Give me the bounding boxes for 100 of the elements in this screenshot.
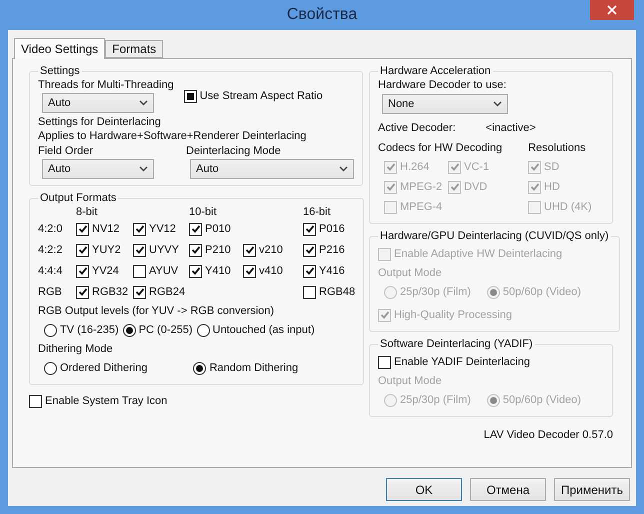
radio-button[interactable] [44, 324, 57, 336]
checkbox[interactable] [189, 244, 202, 256]
checkbox[interactable] [378, 356, 391, 368]
row-label: 4:2:0 [38, 223, 64, 235]
checkbox[interactable] [29, 394, 42, 408]
row-label: 4:2:2 [38, 244, 64, 256]
checkbox-label[interactable]: RGB24 [149, 286, 186, 298]
checkbox-label[interactable]: P210 [205, 244, 231, 256]
checkbox[interactable] [76, 286, 89, 298]
radio-dot-icon [196, 364, 204, 372]
checkbox[interactable] [303, 222, 316, 236]
checkbox-label[interactable]: Enable System Tray Icon [45, 395, 168, 407]
field-label: Hardware Decoder to use: [378, 79, 508, 91]
checkbox[interactable] [184, 90, 197, 102]
checkbox[interactable] [303, 286, 316, 298]
checkbox[interactable] [243, 244, 256, 256]
checkbox-label[interactable]: YV24 [92, 265, 119, 277]
tab[interactable]: Formats [105, 40, 164, 58]
checkbox-label[interactable]: RGB32 [92, 286, 128, 298]
checkbox-label[interactable]: P010 [205, 223, 231, 235]
row-label: 4:4:4 [38, 265, 64, 277]
dialog-button[interactable]: Применить [554, 478, 630, 501]
group-title: Settings [39, 65, 81, 77]
checkbox-label[interactable]: v410 [259, 265, 283, 277]
radio-label[interactable]: Ordered Dithering [60, 362, 148, 374]
field-label: Threads for Multi-Threading [38, 79, 174, 91]
checkbox-label[interactable]: UYVY [149, 244, 179, 256]
radio-button[interactable] [122, 324, 136, 336]
section-heading: Dithering Mode [38, 343, 114, 355]
radio-button[interactable] [193, 362, 206, 374]
check-icon [304, 245, 314, 255]
check-icon [380, 310, 390, 320]
checkbox[interactable] [303, 264, 316, 278]
checkbox-label[interactable]: YV12 [149, 223, 176, 235]
check-icon [304, 266, 314, 276]
checkbox[interactable] [76, 244, 89, 256]
group-title: Hardware/GPU Deinterlacing (CUVID/QS only) [379, 230, 610, 242]
window-title: Свойства [286, 6, 358, 24]
checkbox-label[interactable]: Use Stream Aspect Ratio [200, 90, 323, 102]
field-label: Deinterlacing Mode [186, 145, 282, 157]
check-icon [134, 287, 144, 297]
check-icon [190, 266, 200, 276]
check-icon [190, 245, 200, 255]
dropdown[interactable]: Auto [42, 93, 154, 113]
dialog-button[interactable]: Отмена [470, 478, 546, 501]
check-icon [244, 266, 254, 276]
checkbox[interactable] [189, 264, 202, 278]
column-header: 8-bit [76, 206, 98, 218]
checkbox-label[interactable]: NV12 [92, 223, 120, 235]
checkbox[interactable] [76, 222, 89, 236]
dropdown[interactable]: Auto [190, 159, 354, 179]
check-icon [244, 245, 254, 255]
checkbox-label[interactable]: Y416 [319, 265, 345, 277]
checkbox-label[interactable]: Y410 [205, 265, 231, 277]
chevron-down-icon [493, 101, 502, 107]
checkbox[interactable] [189, 222, 202, 236]
radio-button[interactable] [196, 324, 210, 336]
check-icon [78, 245, 88, 255]
square-icon [186, 92, 194, 100]
column-header: 16-bit [303, 206, 332, 218]
column-header: 10-bit [189, 206, 218, 218]
field-label: Field Order [38, 145, 94, 157]
radio-button[interactable] [44, 362, 57, 374]
field-label: Active Decoder: [378, 122, 456, 134]
dropdown[interactable]: None [382, 94, 508, 114]
checkbox[interactable] [76, 264, 89, 278]
checkbox[interactable] [133, 244, 146, 256]
checkbox[interactable] [133, 264, 146, 278]
checkbox-label[interactable]: v210 [259, 244, 283, 256]
section-heading: Settings for Deinterlacing [38, 116, 162, 128]
check-icon [134, 245, 144, 255]
chevron-down-icon [339, 166, 348, 172]
dropdown[interactable]: Auto [42, 159, 154, 179]
radio-label[interactable]: TV (16-235) [60, 324, 119, 336]
tab[interactable]: Video Settings [14, 38, 106, 59]
checkbox-label[interactable]: RGB48 [319, 286, 356, 298]
checkbox-label[interactable]: P016 [319, 223, 345, 235]
radio-label[interactable]: Untouched (as input) [212, 324, 315, 336]
close-button[interactable] [590, 0, 634, 20]
group-title: Hardware Acceleration [379, 65, 492, 77]
check-icon [190, 224, 200, 234]
checkbox-label[interactable]: YUY2 [92, 244, 121, 256]
check-icon [78, 224, 88, 234]
check-icon [304, 224, 314, 234]
dialog-button[interactable]: OK [386, 478, 462, 501]
checkbox[interactable] [133, 286, 146, 298]
radio-label[interactable]: PC (0-255) [138, 324, 192, 336]
section-note: Applies to Hardware+Software+Renderer Deinterlacing [38, 130, 308, 142]
checkbox-label[interactable]: P216 [319, 244, 345, 256]
section-heading: Resolutions [528, 142, 586, 154]
checkbox-label[interactable]: Enable YADIF Deinterlacing [394, 356, 530, 368]
check-icon [78, 287, 88, 297]
checkbox[interactable] [133, 222, 146, 236]
checkbox-label[interactable]: AYUV [149, 265, 178, 277]
chevron-down-icon [139, 100, 148, 106]
checkbox[interactable] [243, 264, 256, 278]
radio-label[interactable]: Random Dithering [209, 362, 298, 374]
checkbox[interactable] [303, 244, 316, 256]
check-icon [78, 266, 88, 276]
radio-dot-icon [126, 326, 133, 334]
